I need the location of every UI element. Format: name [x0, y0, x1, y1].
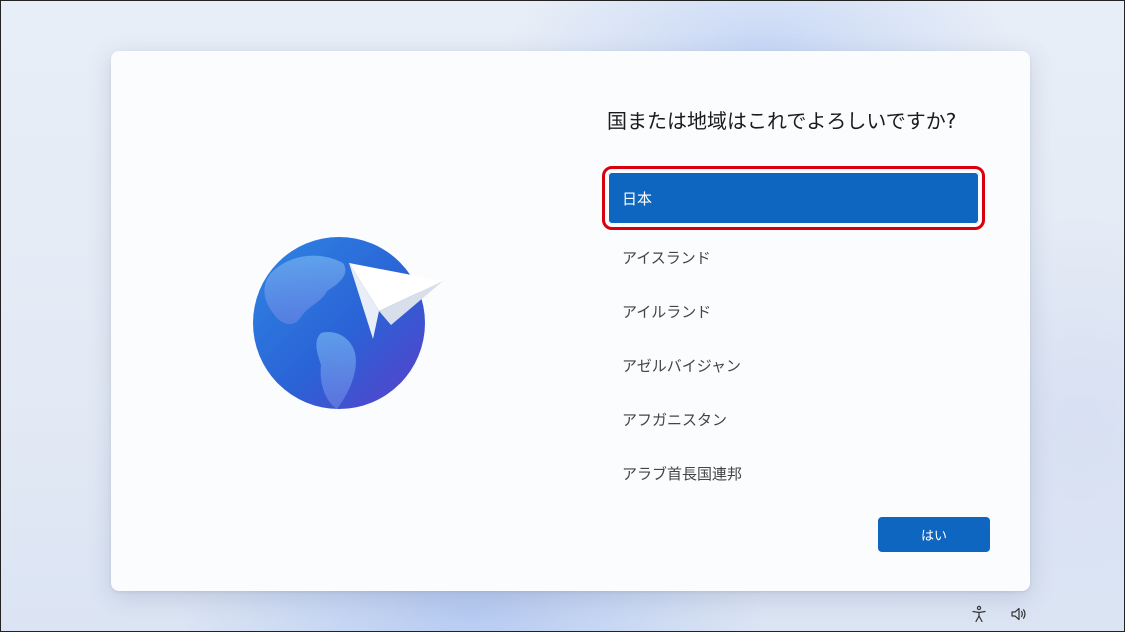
page-title: 国または地域はこれでよろしいですか? [607, 109, 957, 133]
country-item-japan[interactable]: 日本 [602, 166, 985, 230]
country-item-afghanistan[interactable]: アフガニスタン [608, 392, 979, 446]
oobe-screen: 国または地域はこれでよろしいですか? 日本 アイスランド アイルランド アゼルバ… [0, 0, 1125, 632]
setup-card: 国または地域はこれでよろしいですか? 日本 アイスランド アイルランド アゼルバ… [111, 51, 1030, 591]
country-item-uae[interactable]: アラブ首長国連邦 [608, 446, 979, 500]
globe-paper-plane-icon [253, 237, 443, 409]
system-tray [970, 605, 1028, 623]
accessibility-icon[interactable] [970, 605, 988, 623]
country-item-ireland[interactable]: アイルランド [608, 284, 979, 338]
country-item-azerbaijan[interactable]: アゼルバイジャン [608, 338, 979, 392]
yes-button[interactable]: はい [878, 517, 990, 552]
volume-icon[interactable] [1010, 605, 1028, 623]
country-list[interactable]: 日本 アイスランド アイルランド アゼルバイジャン アフガニスタン アラブ首長国… [602, 166, 985, 500]
country-item-iceland[interactable]: アイスランド [608, 230, 979, 284]
